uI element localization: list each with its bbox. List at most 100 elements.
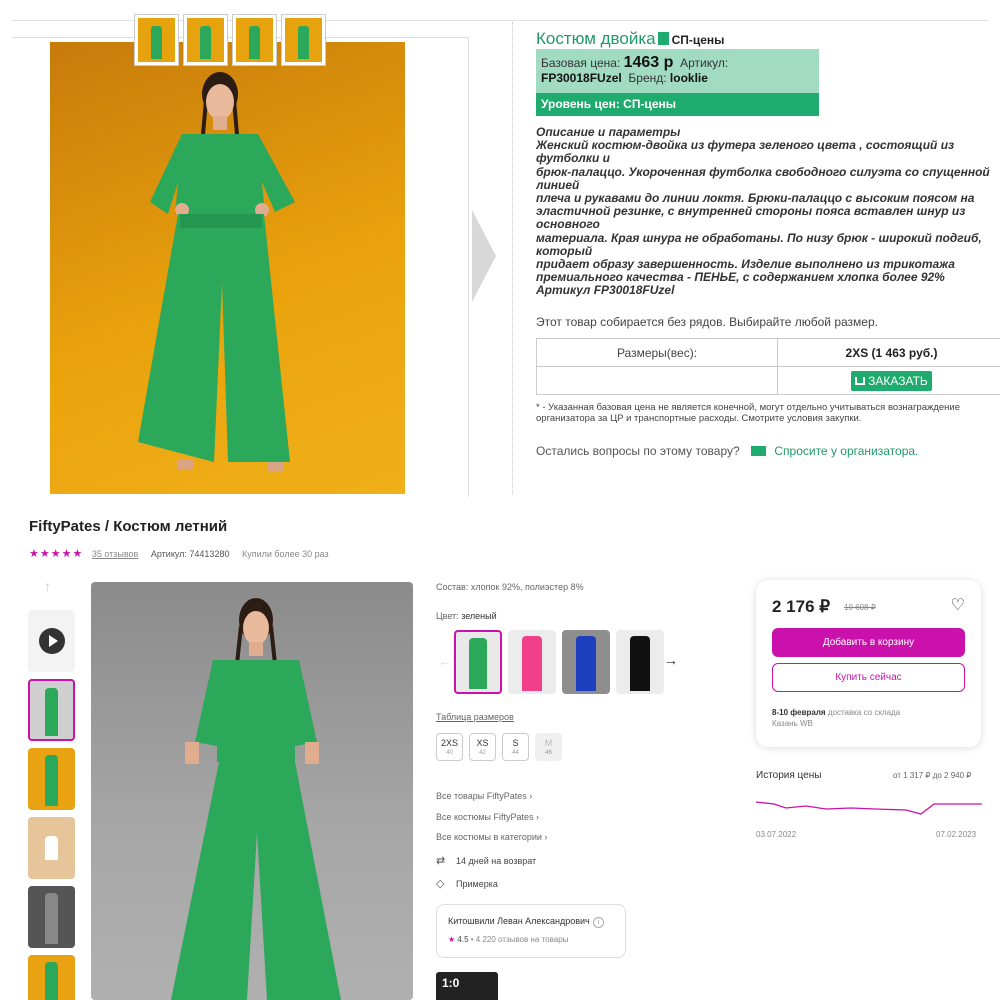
- wb-thumbnail[interactable]: [28, 955, 75, 1000]
- heart-icon[interactable]: ♡: [951, 595, 965, 615]
- seller-reviews: • 4 220 отзывов на товары: [470, 935, 569, 944]
- product-title-text: Костюм двойка: [536, 29, 656, 48]
- sizes-note: Этот товар собирается без рядов. Выбирай…: [536, 315, 878, 329]
- next-photo-arrow[interactable]: [472, 210, 496, 302]
- size-option: 2XS (1 463 руб.): [777, 338, 1000, 367]
- seller-name-text: Китошвили Леван Александрович: [448, 916, 590, 926]
- reviews-link[interactable]: 35 отзывов: [92, 549, 139, 559]
- base-price-value: 1463 р: [623, 54, 674, 71]
- seller-name: Китошвили Леван Александрович i: [448, 916, 614, 928]
- price-disclaimer: * - Указанная базовая цена не является к…: [536, 402, 961, 424]
- column-separator: [512, 22, 513, 494]
- wb-thumbnail[interactable]: [28, 679, 75, 741]
- size-buttons: 2XS 40 XS 42 S 44 M 46: [436, 733, 562, 761]
- delivery-city: Казань WB: [772, 719, 813, 728]
- wb-thumbnails: [28, 610, 76, 1000]
- model-illustration: [171, 598, 341, 1000]
- price-history-range: от 1 317 ₽ до 2 940 ₽: [893, 771, 972, 780]
- price-history-end-date: 07.02.2023: [936, 830, 977, 839]
- seller-rating-value: 4.5: [457, 935, 469, 944]
- return-info: ⇄ 14 дней на возврат: [436, 854, 536, 867]
- thumbs-up-arrow-icon[interactable]: ↑: [44, 578, 51, 594]
- delivery-date: 8-10 февраля: [772, 708, 826, 717]
- bought-count: Купили более 30 раз: [241, 549, 329, 559]
- video-thumbnail[interactable]: [28, 610, 75, 672]
- size-label: XS: [476, 738, 489, 748]
- delivery-text: доставка со склада: [827, 708, 901, 717]
- wb-thumbnail[interactable]: [28, 748, 75, 810]
- empty-cell: [536, 366, 778, 395]
- table-row: Размеры(вес): 2XS (1 463 руб.): [536, 338, 1000, 367]
- add-to-cart-button[interactable]: Добавить в корзину: [772, 628, 965, 657]
- wb-thumbnail[interactable]: [28, 817, 75, 879]
- product-description: Описание и параметры Женский костюм-двой…: [536, 126, 990, 298]
- order-button-label: ЗАКАЗАТЬ: [868, 373, 928, 388]
- sp-thumbnail[interactable]: [232, 14, 277, 66]
- wb-main-photo[interactable]: [91, 582, 413, 1000]
- buy-now-button[interactable]: Купить сейчас: [772, 663, 965, 692]
- size-button-xs[interactable]: XS 42: [469, 733, 496, 761]
- article-label: Артикул:: [680, 56, 729, 70]
- link-category-suits[interactable]: Все костюмы в категории ›: [436, 827, 547, 848]
- size-button-s[interactable]: S 44: [502, 733, 529, 761]
- size-table-link[interactable]: Таблица размеров: [436, 712, 514, 722]
- price-history-chart: [756, 801, 982, 815]
- price-box: Базовая цена: 1463 р Артикул: FP30018FUz…: [536, 49, 819, 93]
- seller-rating: ★ 4.5 • 4 220 отзывов на товары: [448, 935, 614, 944]
- tag-icon: ◇: [436, 878, 445, 890]
- order-button[interactable]: ЗАКАЗАТЬ: [851, 370, 932, 391]
- swatch-next-arrow-icon[interactable]: →: [664, 652, 678, 668]
- size-label: 2XS: [440, 738, 458, 748]
- size-number: 46: [545, 750, 552, 756]
- swatch-green[interactable]: [454, 630, 502, 694]
- wb-thumbnail[interactable]: [28, 886, 75, 948]
- color-value: зеленый: [461, 611, 497, 621]
- rating-stars-icon: ★★★★★: [29, 548, 84, 560]
- sizes-header: Размеры(вес):: [536, 338, 778, 367]
- return-text: 14 дней на возврат: [456, 856, 537, 866]
- size-button-m: M 46: [535, 733, 562, 761]
- link-brand-suits[interactable]: Все костюмы FiftyPates ›: [436, 807, 547, 828]
- sp-main-photo[interactable]: [50, 42, 405, 494]
- price-history-title: История цены: [756, 770, 822, 781]
- article-number: Артикул: 74413280: [150, 549, 230, 559]
- wb-product-title: FiftyPates / Костюм летний: [29, 518, 228, 535]
- product-title: Костюм двойка СП-цены: [536, 29, 724, 49]
- swatch-pink[interactable]: [508, 630, 556, 694]
- order-cell: ЗАКАЗАТЬ: [777, 366, 1000, 395]
- sp-product-panel: Костюм двойка СП-цены Базовая цена: 1463 …: [0, 0, 1000, 500]
- size-button-2xs[interactable]: 2XS 40: [436, 733, 463, 761]
- swatch-blue[interactable]: [562, 630, 610, 694]
- size-number: 44: [512, 750, 519, 756]
- article-value: FP30018FUzel: [541, 71, 622, 85]
- old-price: 10 608 ₽: [844, 603, 876, 612]
- size-number: 40: [446, 750, 453, 756]
- base-price-label: Базовая цена:: [541, 56, 621, 70]
- play-icon: [38, 628, 65, 654]
- composition: Состав: хлопок 92%, полиэстер 8%: [436, 582, 584, 592]
- table-row: ЗАКАЗАТЬ: [536, 366, 1000, 395]
- sp-thumbnails: [134, 14, 326, 66]
- current-price: 2 176 ₽: [772, 597, 831, 616]
- sp-thumbnail[interactable]: [281, 14, 326, 66]
- size-label: S: [512, 738, 519, 748]
- sp-thumbnail[interactable]: [183, 14, 228, 66]
- wb-product-panel: FiftyPates / Костюм летний ★★★★★ 35 отзы…: [0, 500, 1000, 1000]
- brand-value: looklie: [669, 71, 708, 85]
- seller-card[interactable]: Китошвили Леван Александрович i ★ 4.5 • 4…: [436, 904, 626, 958]
- sizes-table: Размеры(вес): 2XS (1 463 руб.) ЗАКАЗАТЬ: [536, 338, 1000, 395]
- swatch-black[interactable]: [616, 630, 664, 694]
- star-icon: ★: [448, 935, 456, 944]
- link-all-brand-items[interactable]: Все товары FiftyPates ›: [436, 786, 547, 807]
- question-line: Остались вопросы по этому товару? Спроси…: [536, 444, 918, 458]
- ask-organizer-link[interactable]: Спросите у организатора.: [774, 444, 918, 458]
- info-icon[interactable]: i: [592, 917, 604, 928]
- wb-product-meta: ★★★★★ 35 отзывов Артикул: 74413280 Купил…: [29, 547, 329, 560]
- brand-label: Бренд:: [628, 71, 667, 85]
- color-swatches: [454, 630, 664, 694]
- related-links: Все товары FiftyPates › Все костюмы Fift…: [436, 786, 547, 848]
- size-label: M: [544, 738, 553, 748]
- swatch-prev-arrow-icon[interactable]: ←: [438, 653, 452, 669]
- sp-thumbnail[interactable]: [134, 14, 179, 66]
- fitting-text: Примерка: [456, 879, 498, 889]
